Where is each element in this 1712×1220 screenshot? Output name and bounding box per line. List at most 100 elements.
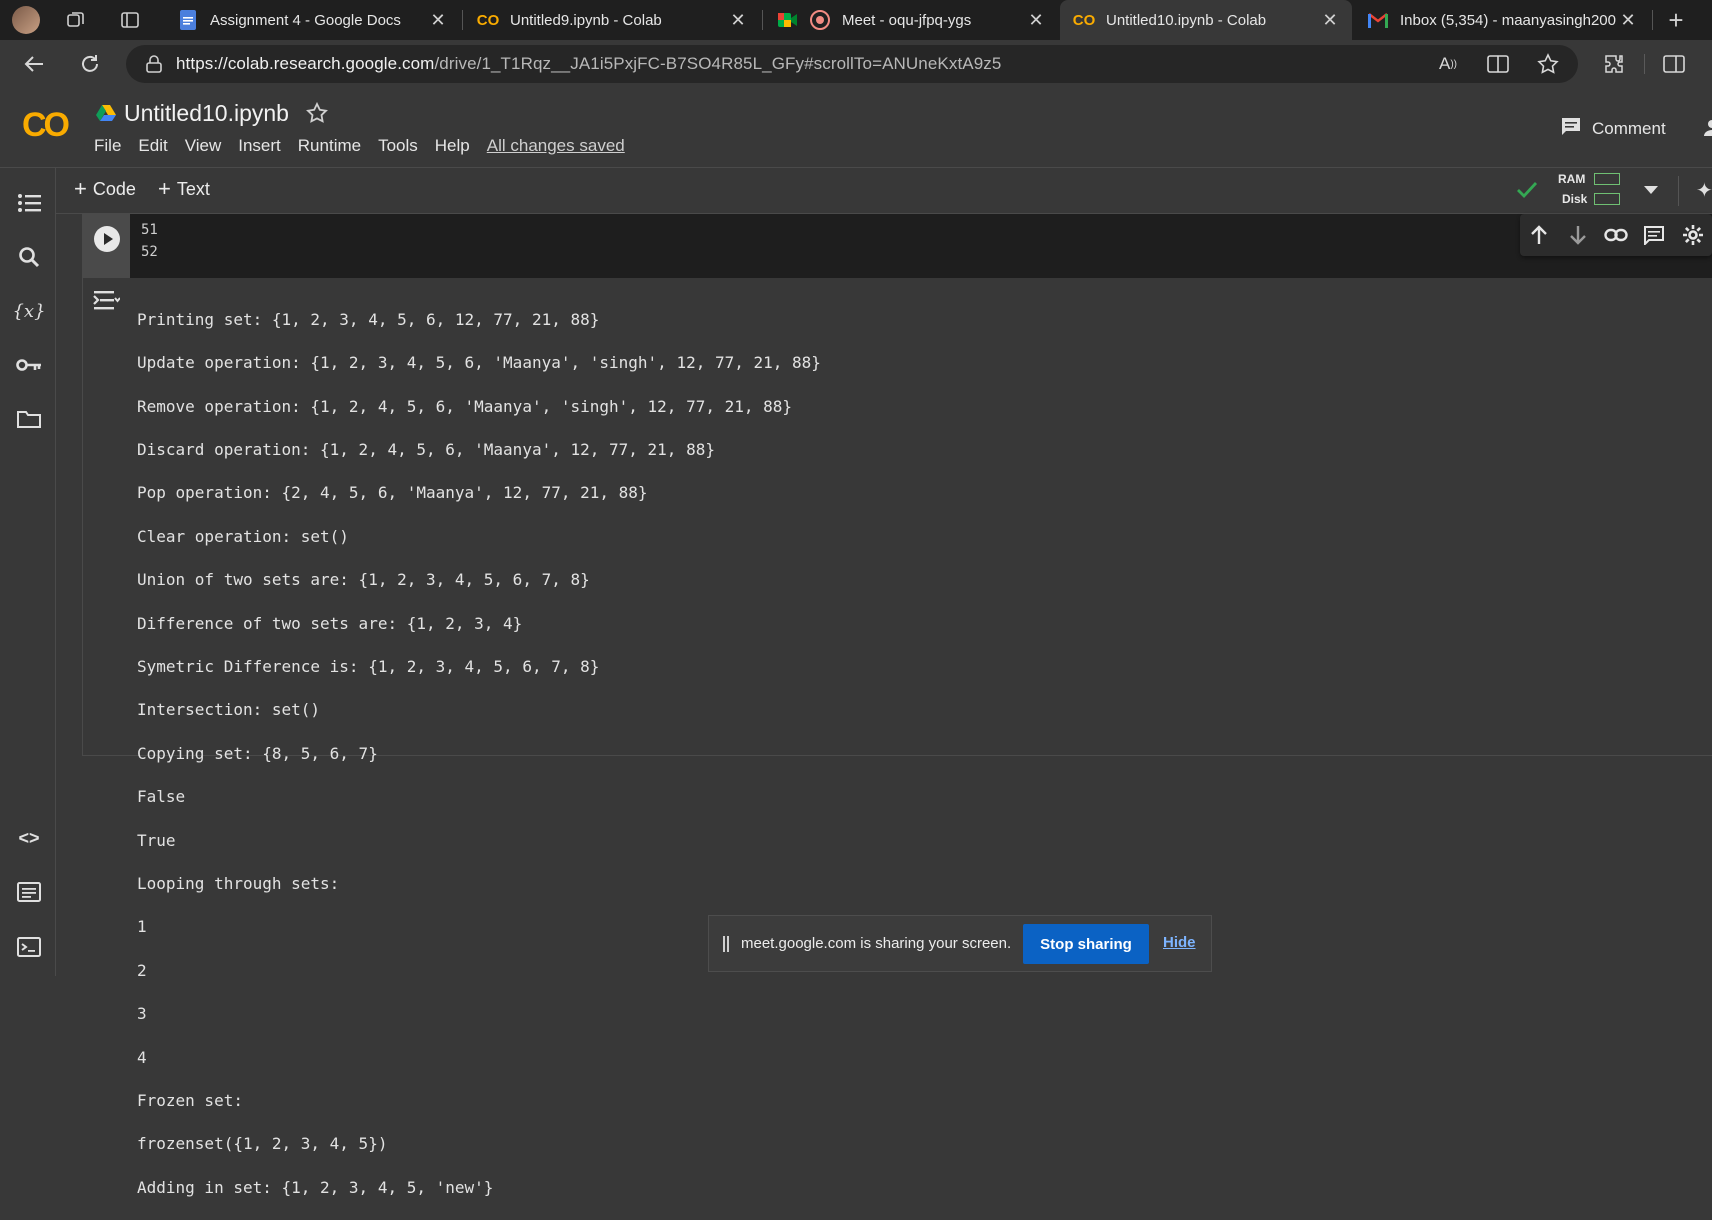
stop-sharing-button[interactable]: Stop sharing [1023, 924, 1149, 964]
workspaces-icon[interactable] [64, 8, 88, 32]
read-aloud-icon[interactable]: A)) [1434, 50, 1462, 78]
tab-gmail[interactable]: Inbox (5,354) - maanyasingh200 ✕ [1354, 0, 1650, 40]
output-line: Remove operation: {1, 2, 4, 5, 6, 'Maany… [137, 396, 793, 416]
output-line: Adding in set: {1, 2, 3, 4, 5, 'new'} [137, 1177, 494, 1197]
menu-edit[interactable]: Edit [138, 136, 167, 156]
search-icon[interactable] [16, 244, 42, 270]
table-of-contents-icon[interactable] [16, 190, 42, 216]
colab-logo-icon[interactable]: CO [22, 106, 70, 145]
docs-icon [178, 10, 198, 30]
gmail-icon [1368, 10, 1388, 30]
command-palette-icon[interactable] [16, 879, 42, 905]
drag-handle-icon[interactable] [723, 936, 729, 952]
favorite-star-icon[interactable] [1534, 50, 1562, 78]
output-text: Printing set: {1, 2, 3, 4, 5, 6, 12, 77,… [137, 287, 821, 1220]
menu-view[interactable]: View [185, 136, 222, 156]
left-sidebar: {x} <> [0, 168, 56, 976]
plus-icon: + [74, 176, 87, 201]
link-icon[interactable] [1603, 222, 1629, 248]
new-tab-icon[interactable]: + [1664, 5, 1688, 35]
url-path: /drive/1_T1Rqz__JA1i5PxjFC-B7SO4R85L_GFy… [434, 54, 1002, 73]
notebook-title[interactable]: Untitled10.ipynb [124, 100, 289, 127]
code-snippets-icon[interactable]: <> [16, 825, 42, 851]
url-field[interactable]: https://colab.research.google.com/drive/… [126, 45, 1578, 83]
variables-icon[interactable]: {x} [12, 298, 45, 324]
split-screen-icon[interactable] [1660, 50, 1688, 78]
tab-actions-icon[interactable] [118, 8, 142, 32]
meet-icon [778, 10, 798, 30]
url-domain: https://colab.research.google.com [176, 54, 435, 73]
output-line: False [137, 787, 186, 807]
back-arrow-icon[interactable] [20, 50, 48, 78]
comment-label: Comment [1592, 118, 1666, 138]
gemini-sparkle-icon[interactable]: ✦ [1696, 178, 1712, 203]
sharing-message: meet.google.com is sharing your screen. [741, 935, 1012, 952]
close-icon[interactable]: ✕ [728, 10, 748, 30]
chevron-down-icon[interactable] [1644, 186, 1658, 194]
ram-label: RAM [1558, 172, 1586, 186]
output-line: Clear operation: set() [137, 526, 349, 546]
close-icon[interactable]: ✕ [428, 10, 448, 30]
menu-runtime[interactable]: Runtime [298, 136, 361, 156]
close-icon[interactable]: ✕ [1026, 10, 1046, 30]
profile-avatar[interactable] [12, 6, 40, 34]
add-text-button[interactable]: + Text [158, 178, 210, 200]
save-status[interactable]: All changes saved [487, 136, 625, 156]
move-down-icon[interactable] [1565, 222, 1591, 248]
secrets-key-icon[interactable] [16, 352, 42, 378]
line-number: 51 [141, 222, 158, 238]
tab-title: Meet - oqu-jfpq-ygs [842, 11, 972, 29]
close-icon[interactable]: ✕ [1320, 10, 1340, 30]
cell-toolbar [1520, 214, 1712, 256]
comment-icon[interactable] [1641, 222, 1667, 248]
output-line: Union of two sets are: {1, 2, 3, 4, 5, 6… [137, 570, 590, 590]
tab-colab-untitled10[interactable]: CO Untitled10.ipynb - Colab ✕ [1060, 0, 1352, 40]
output-line: 3 [137, 1004, 147, 1024]
tab-meet[interactable]: Meet - oqu-jfpq-ygs ✕ [764, 0, 1058, 40]
menu-help[interactable]: Help [435, 136, 470, 156]
line-number: 52 [141, 244, 158, 260]
add-text-label: Text [176, 178, 210, 199]
output-line: Copying set: {8, 5, 6, 7} [137, 743, 378, 763]
hide-link[interactable]: Hide [1163, 934, 1196, 951]
notebook-toolbar: + Code + Text RAM Disk ✦ [56, 168, 1712, 214]
star-icon[interactable] [306, 101, 330, 126]
tab-google-docs[interactable]: Assignment 4 - Google Docs ✕ [164, 0, 460, 40]
output-line: Frozen set: [137, 1091, 243, 1111]
output-line: frozenset({1, 2, 3, 4, 5}) [137, 1134, 388, 1154]
menu-insert[interactable]: Insert [238, 136, 281, 156]
disk-label: Disk [1562, 192, 1588, 206]
connected-check-icon[interactable] [1516, 180, 1538, 200]
browser-tab-strip: Assignment 4 - Google Docs ✕ CO Untitled… [0, 0, 1712, 40]
tab-title: Inbox (5,354) - maanyasingh200 [1400, 11, 1616, 29]
tab-title: Untitled9.ipynb - Colab [510, 11, 662, 29]
share-person-icon[interactable] [1702, 118, 1712, 138]
move-up-icon[interactable] [1526, 222, 1552, 248]
disk-usage-bar[interactable] [1594, 193, 1620, 205]
immersive-reader-icon[interactable] [1484, 50, 1512, 78]
output-actions-icon[interactable] [92, 289, 121, 313]
settings-gear-icon[interactable] [1680, 222, 1706, 248]
output-line: Update operation: {1, 2, 3, 4, 5, 6, 'Ma… [137, 353, 821, 373]
code-cell-editor[interactable] [82, 214, 1712, 278]
run-cell-icon[interactable] [94, 226, 120, 252]
menu-tools[interactable]: Tools [378, 136, 418, 156]
ram-usage-bar[interactable] [1594, 173, 1620, 185]
folder-icon[interactable] [16, 406, 42, 432]
terminal-icon[interactable] [16, 934, 42, 960]
comment-button[interactable]: Comment [1560, 116, 1666, 141]
refresh-icon[interactable] [76, 50, 104, 78]
tab-title: Assignment 4 - Google Docs [210, 11, 401, 29]
add-code-button[interactable]: + Code [74, 178, 136, 200]
output-line: Looping through sets: [137, 873, 340, 893]
address-bar-row: https://colab.research.google.com/drive/… [0, 40, 1712, 88]
menu-file[interactable]: File [94, 136, 121, 156]
lock-icon[interactable] [146, 54, 164, 74]
menu-bar: File Edit View Insert Runtime Tools Help… [94, 136, 642, 156]
colab-icon: CO [1072, 11, 1096, 29]
extensions-icon[interactable] [1600, 50, 1628, 78]
tab-colab-untitled9[interactable]: CO Untitled9.ipynb - Colab ✕ [464, 0, 760, 40]
output-line: Intersection: set() [137, 700, 321, 720]
colab-icon: CO [476, 11, 500, 29]
close-icon[interactable]: ✕ [1618, 10, 1638, 30]
